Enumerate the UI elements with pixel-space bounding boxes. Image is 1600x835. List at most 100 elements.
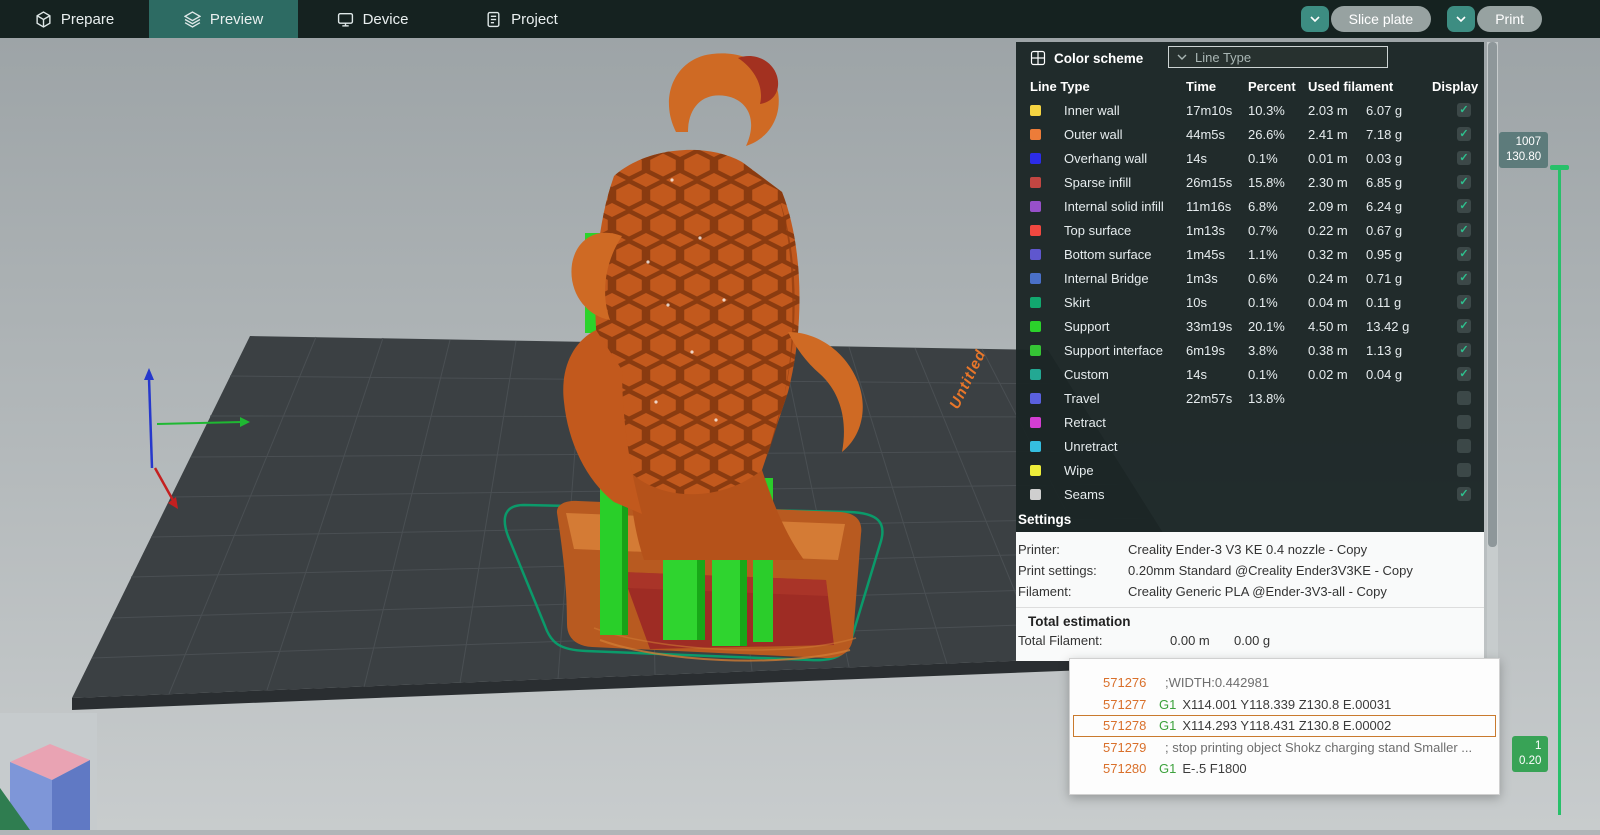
layer-slider-handle[interactable]	[1550, 165, 1569, 170]
tab-device[interactable]: Device	[298, 0, 447, 38]
filament-weight: 0.95 g	[1366, 247, 1432, 262]
percent-value: 3.8%	[1248, 343, 1308, 358]
layer-slider-track[interactable]	[1558, 170, 1561, 815]
line-type-label: Support interface	[1064, 343, 1186, 358]
filament-length: 0.01 m	[1308, 151, 1366, 166]
printer-value: Creality Ender-3 V3 KE 0.4 nozzle - Copy	[1128, 539, 1367, 560]
gcode-text: X114.001 Y118.339 Z130.8 E.00031	[1182, 697, 1391, 712]
display-checkbox[interactable]	[1457, 463, 1471, 477]
table-row: Custom 14s 0.1% 0.02 m 0.04 g	[1016, 362, 1484, 386]
gcode-line[interactable]: 571280 G1 E-.5 F1800	[1070, 758, 1499, 780]
table-row: Retract	[1016, 410, 1484, 434]
print-button[interactable]: Print	[1477, 6, 1542, 32]
header-display: Display	[1432, 79, 1484, 94]
color-scheme-dropdown[interactable]: Line Type	[1168, 46, 1388, 68]
chevron-down-icon	[1310, 16, 1320, 22]
display-checkbox[interactable]	[1457, 415, 1471, 429]
display-checkbox[interactable]	[1457, 247, 1471, 261]
header-time: Time	[1186, 79, 1248, 94]
line-type-label: Custom	[1064, 367, 1186, 382]
filament-length: 2.41 m	[1308, 127, 1366, 142]
color-scheme-panel: Color scheme Line Type Line Type Time Pe…	[1016, 42, 1484, 661]
gcode-line-number: 571280	[1103, 761, 1159, 776]
time-value: 1m45s	[1186, 247, 1248, 262]
color-swatch	[1030, 153, 1041, 164]
filament-value: Creality Generic PLA @Ender-3V3-all - Co…	[1128, 581, 1387, 602]
display-checkbox[interactable]	[1457, 319, 1471, 333]
color-swatch	[1030, 393, 1041, 404]
filament-row: Filament: Creality Generic PLA @Ender-3V…	[1016, 581, 1484, 602]
print-options-button[interactable]	[1447, 6, 1475, 32]
topbar-actions: Slice plate Print	[1301, 6, 1542, 32]
tab-preview[interactable]: Preview	[149, 0, 298, 38]
color-swatch	[1030, 321, 1041, 332]
table-row: Support interface 6m19s 3.8% 0.38 m 1.13…	[1016, 338, 1484, 362]
filament-weight: 0.11 g	[1366, 295, 1432, 310]
color-swatch	[1030, 465, 1041, 476]
time-value: 44m5s	[1186, 127, 1248, 142]
percent-value: 10.3%	[1248, 103, 1308, 118]
display-checkbox[interactable]	[1457, 175, 1471, 189]
display-checkbox[interactable]	[1457, 295, 1471, 309]
display-checkbox[interactable]	[1457, 343, 1471, 357]
filament-length: 2.30 m	[1308, 175, 1366, 190]
line-type-label: Support	[1064, 319, 1186, 334]
color-swatch	[1030, 369, 1041, 380]
chevron-down-icon	[1177, 54, 1187, 60]
line-type-label: Seams	[1064, 487, 1186, 502]
gcode-panel: 571276 ;WIDTH:0.442981 571277 G1 X114.00…	[1069, 658, 1500, 795]
display-checkbox[interactable]	[1457, 127, 1471, 141]
display-checkbox[interactable]	[1457, 199, 1471, 213]
settings-card: Printer: Creality Ender-3 V3 KE 0.4 nozz…	[1016, 532, 1484, 661]
dropdown-value: Line Type	[1195, 50, 1251, 65]
table-row: Top surface 1m13s 0.7% 0.22 m 0.67 g	[1016, 218, 1484, 242]
tab-label: Device	[363, 11, 409, 28]
filament-length: 4.50 m	[1308, 319, 1366, 334]
gcode-line[interactable]: 571276 ;WIDTH:0.442981	[1070, 672, 1499, 694]
panel-scrollbar-thumb[interactable]	[1488, 42, 1497, 547]
header-line-type: Line Type	[1030, 79, 1186, 94]
display-checkbox[interactable]	[1457, 271, 1471, 285]
printer-row: Printer: Creality Ender-3 V3 KE 0.4 nozz…	[1016, 539, 1484, 560]
filament-weight: 6.85 g	[1366, 175, 1432, 190]
gcode-text: X114.293 Y118.431 Z130.8 E.00002	[1182, 718, 1391, 733]
slice-plate-button[interactable]: Slice plate	[1331, 6, 1432, 32]
panel-scrollbar[interactable]	[1487, 42, 1498, 661]
total-filament-label: Total Filament:	[1018, 631, 1170, 651]
line-type-label: Inner wall	[1064, 103, 1186, 118]
display-checkbox[interactable]	[1457, 103, 1471, 117]
display-checkbox[interactable]	[1457, 223, 1471, 237]
gcode-line-number: 571278	[1103, 718, 1159, 733]
gcode-line[interactable]: 571277 G1 X114.001 Y118.339 Z130.8 E.000…	[1070, 694, 1499, 716]
gcode-line[interactable]: 571278 G1 X114.293 Y118.431 Z130.8 E.000…	[1073, 715, 1496, 737]
display-checkbox[interactable]	[1457, 391, 1471, 405]
settings-title: Settings	[1016, 506, 1484, 532]
display-checkbox[interactable]	[1457, 439, 1471, 453]
filament-weight: 0.67 g	[1366, 223, 1432, 238]
tab-project[interactable]: Project	[447, 0, 596, 38]
display-checkbox[interactable]	[1457, 487, 1471, 501]
line-type-label: Internal Bridge	[1064, 271, 1186, 286]
display-checkbox[interactable]	[1457, 151, 1471, 165]
top-layer-number: 1007	[1506, 135, 1541, 150]
time-value: 26m15s	[1186, 175, 1248, 190]
slice-options-button[interactable]	[1301, 6, 1329, 32]
color-swatch	[1030, 441, 1041, 452]
gcode-command: G1	[1159, 697, 1176, 712]
table-row: Skirt 10s 0.1% 0.04 m 0.11 g	[1016, 290, 1484, 314]
project-icon	[485, 11, 502, 28]
tab-label: Prepare	[61, 11, 114, 28]
percent-value: 26.6%	[1248, 127, 1308, 142]
layer-bottom-badge: 1 0.20	[1512, 736, 1548, 772]
total-filament-row: Total Filament: 0.00 m 0.00 g	[1016, 631, 1484, 651]
percent-value: 1.1%	[1248, 247, 1308, 262]
tab-prepare[interactable]: Prepare	[0, 0, 149, 38]
gcode-text: ;WIDTH:0.442981	[1165, 675, 1269, 690]
percent-value: 0.7%	[1248, 223, 1308, 238]
filament-length: 0.04 m	[1308, 295, 1366, 310]
table-row: Seams	[1016, 482, 1484, 506]
color-swatch	[1030, 105, 1041, 116]
display-checkbox[interactable]	[1457, 367, 1471, 381]
gcode-line[interactable]: 571279 ; stop printing object Shokz char…	[1070, 737, 1499, 759]
bottom-layer-number: 1	[1519, 739, 1541, 754]
